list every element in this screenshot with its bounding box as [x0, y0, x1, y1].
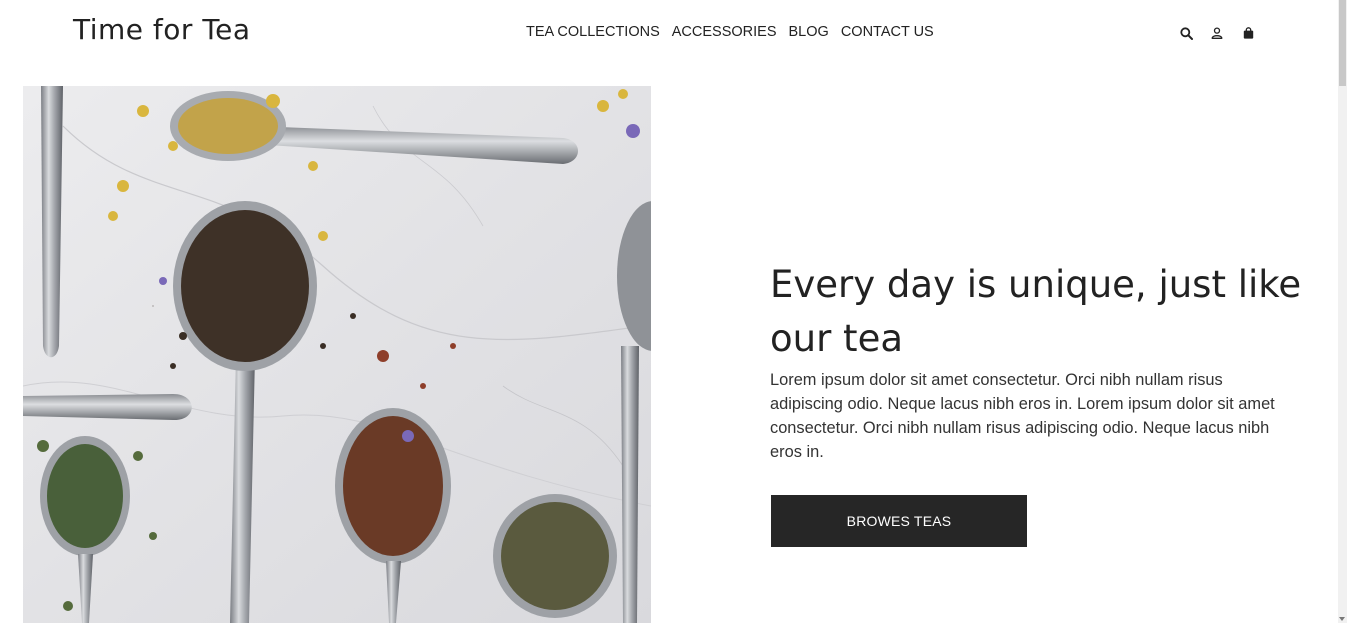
- hero-description: Lorem ipsum dolor sit amet consectetur. …: [770, 371, 1275, 461]
- main-nav: TEA COLLECTIONS ACCESSORIES BLOG CONTACT…: [526, 24, 934, 40]
- page-scrollbar[interactable]: [1338, 0, 1347, 623]
- page: Time for Tea TEA COLLECTIONS ACCESSORIES…: [0, 0, 1347, 623]
- search-icon[interactable]: [1178, 24, 1194, 42]
- nav-contact-us[interactable]: CONTACT US: [841, 24, 934, 40]
- nav-tea-collections[interactable]: TEA COLLECTIONS: [526, 24, 660, 40]
- nav-blog[interactable]: BLOG: [789, 24, 829, 40]
- user-icon[interactable]: [1209, 24, 1225, 42]
- header-icons: [1178, 24, 1256, 42]
- scrollbar-thumb[interactable]: [1339, 0, 1346, 86]
- browse-teas-button[interactable]: BROWES TEAS: [771, 495, 1027, 547]
- site-header: Time for Tea TEA COLLECTIONS ACCESSORIES…: [0, 0, 1338, 66]
- scroll-down-arrow-icon[interactable]: [1339, 617, 1345, 621]
- site-logo[interactable]: Time for Tea: [73, 13, 251, 46]
- shopping-bag-icon[interactable]: [1240, 24, 1256, 42]
- hero-title: Every day is unique, just like our tea: [770, 263, 1302, 360]
- nav-accessories[interactable]: ACCESSORIES: [672, 24, 777, 40]
- tea-spoons-image: [23, 86, 651, 623]
